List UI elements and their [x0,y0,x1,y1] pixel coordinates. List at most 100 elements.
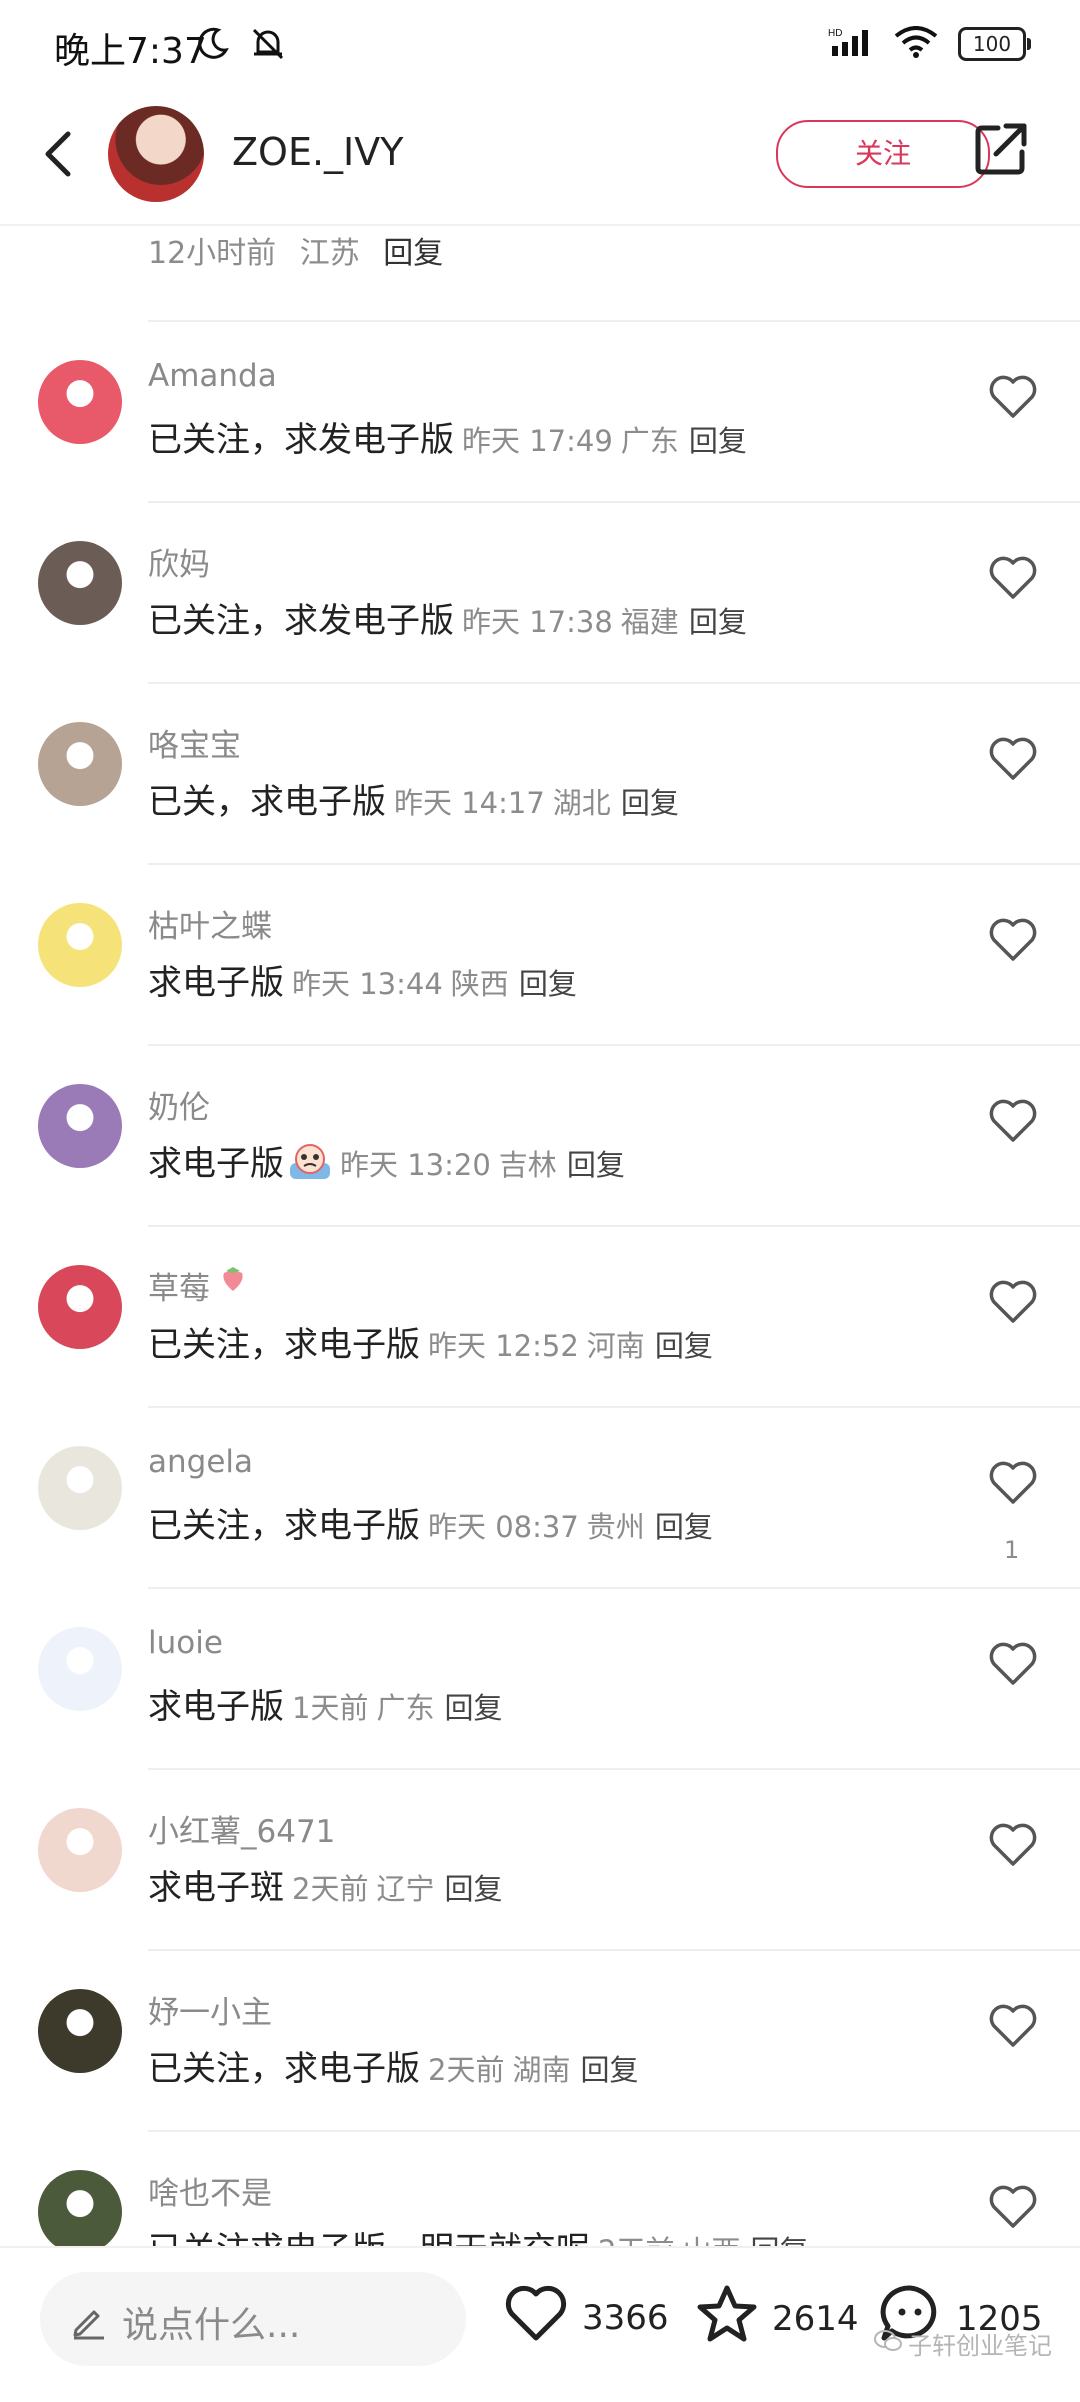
reply-button[interactable]: 回复 [383,236,443,271]
comment-line: 已关注，求发电子版 昨天 17:49 广东 回复 [148,412,747,461]
commenter-avatar[interactable] [38,1265,122,1349]
heart-icon[interactable] [988,2003,1038,2049]
commenter-name[interactable]: 枯叶之蝶 [148,901,272,946]
comment-location: 吉林 [498,1148,557,1182]
reply-button[interactable]: 回复 [655,1510,713,1544]
comment-like-count: 1 [1004,1536,1020,1564]
heart-icon[interactable] [988,374,1038,420]
reply-button[interactable]: 回复 [444,1872,502,1906]
comment-item[interactable]: luoie 求电子版 1天前 广东 回复 [0,1587,1080,1768]
commenter-avatar[interactable] [38,722,122,806]
comment-location: 陕西 [450,967,509,1001]
comment-input-placeholder: 说点什么... [122,2305,301,2346]
comment-divider [148,2130,1080,2132]
comment-divider [148,320,1080,322]
commenter-avatar[interactable] [38,1989,122,2073]
comment-divider [148,863,1080,865]
commenter-name[interactable]: angela [148,1444,253,1480]
heart-icon[interactable] [988,1641,1038,1687]
heart-icon[interactable] [988,1279,1038,1325]
comment-item[interactable]: Amanda 已关注，求发电子版 昨天 17:49 广东 回复 [0,320,1080,501]
reply-button[interactable]: 回复 [689,424,747,458]
comment-time: 昨天 17:38 [462,605,613,639]
commenter-avatar[interactable] [38,360,122,444]
reply-button[interactable]: 回复 [689,605,747,639]
heart-icon[interactable] [988,736,1038,782]
commenter-name[interactable]: 小红薯_6471 [148,1806,335,1851]
heart-icon[interactable] [988,555,1038,601]
comment-line: 求电子斑 2天前 辽宁 回复 [148,1860,502,1909]
comment-time: 12小时前 [148,236,277,271]
comment-line: 求电子版 昨天 13:20 吉林 回复 [148,1136,625,1185]
comment-time: 昨天 12:52 [428,1329,579,1363]
comment-text: 已关，求电子版 [148,782,386,822]
commenter-name[interactable]: 草莓 [148,1263,210,1308]
commenter-avatar[interactable] [38,903,122,987]
comment-time: 2天前 [292,1872,369,1906]
comment-item[interactable]: angela 已关注，求电子版 昨天 08:37 贵州 回复 1 [0,1406,1080,1587]
comment-item[interactable]: 欣妈已关注，求发电子版 昨天 17:38 福建 回复 [0,501,1080,682]
reply-button[interactable]: 回复 [655,1329,713,1363]
comment-text: 已关注，求发电子版 [148,420,454,460]
comment-location: 贵州 [586,1510,645,1544]
comment-text: 已关注，求电子版 [148,2049,420,2089]
commenter-name[interactable]: 啥也不是 [148,2168,272,2213]
commenter-avatar[interactable] [38,1084,122,1168]
reply-button[interactable]: 回复 [621,786,679,820]
reply-button[interactable]: 回复 [519,967,577,1001]
comment-item[interactable]: 枯叶之蝶求电子版 昨天 13:44 陕西 回复 [0,863,1080,1044]
back-button[interactable] [30,124,90,184]
share-icon[interactable] [972,120,1032,180]
like-post-button[interactable]: 3366 [504,2284,669,2351]
comment-divider [148,1406,1080,1408]
reply-button[interactable]: 回复 [580,2053,638,2087]
like-count: 3366 [582,2297,669,2338]
comment-text: 已关注，求电子版 [148,1325,420,1365]
comment-location: 湖南 [512,2053,571,2087]
comment-input[interactable]: 说点什么... [40,2272,466,2366]
author-avatar[interactable] [108,106,204,202]
battery-indicator: 100 [958,27,1031,61]
commenter-name[interactable]: 咯宝宝 [148,720,241,765]
comment-line: 已关注，求电子版 昨天 08:37 贵州 回复 [148,1498,713,1547]
comment-divider [148,1587,1080,1589]
comment-text: 已关注，求电子版 [148,1506,420,1546]
comment-time: 昨天 08:37 [428,1510,579,1544]
sticker-emoji [284,1144,332,1184]
heart-icon[interactable] [988,2184,1038,2230]
commenter-avatar[interactable] [38,2170,122,2254]
comment-item[interactable]: 咯宝宝 已关，求电子版 昨天 14:17 湖北 回复 [0,682,1080,863]
commenter-name[interactable]: 妤一小主 [148,1987,272,2032]
heart-icon[interactable] [988,1460,1038,1506]
svg-text:HD: HD [828,28,842,39]
commenter-avatar[interactable] [38,1446,122,1530]
comment-item[interactable]: 小红薯_6471 求电子斑 2天前 辽宁 回复 [0,1768,1080,1949]
reply-button[interactable]: 回复 [567,1148,625,1182]
comment-line: 求电子版 昨天 13:44 陕西 回复 [148,955,577,1004]
collect-post-button[interactable]: 2614 [696,2284,859,2353]
watermark-text: 子轩创业笔记 [908,2332,1052,2360]
comment-item[interactable]: 奶伦求电子版 昨天 13:20 吉林 回复 [0,1044,1080,1225]
commenter-avatar[interactable] [38,1808,122,1892]
comment-time: 2天前 [428,2053,505,2087]
commenter-name[interactable]: 欣妈 [148,539,210,584]
reply-button[interactable]: 回复 [444,1691,502,1725]
comment-text: 已关注，求发电子版 [148,601,454,641]
comment-line: 已关注，求发电子版 昨天 17:38 福建 回复 [148,593,747,642]
author-name[interactable]: ZOE._IVY [232,130,403,174]
heart-icon[interactable] [988,917,1038,963]
pen-icon [68,2300,108,2344]
comment-text: 求电子版 [148,963,284,1003]
heart-icon[interactable] [988,1098,1038,1144]
commenter-avatar[interactable] [38,1627,122,1711]
comment-location: 广东 [376,1691,435,1725]
heart-icon[interactable] [988,1822,1038,1868]
commenter-name[interactable]: Amanda [148,358,277,394]
comment-item[interactable]: 草莓 已关注，求电子版 昨天 12:52 河南 回复 [0,1225,1080,1406]
follow-button[interactable]: 关注 [776,120,990,188]
commenter-name[interactable]: luoie [148,1625,223,1661]
comment-item[interactable]: 妤一小主已关注，求电子版 2天前 湖南 回复 [0,1949,1080,2130]
commenter-avatar[interactable] [38,541,122,625]
commenter-name[interactable]: 奶伦 [148,1082,210,1127]
status-time: 晚上7:37 [54,31,207,72]
